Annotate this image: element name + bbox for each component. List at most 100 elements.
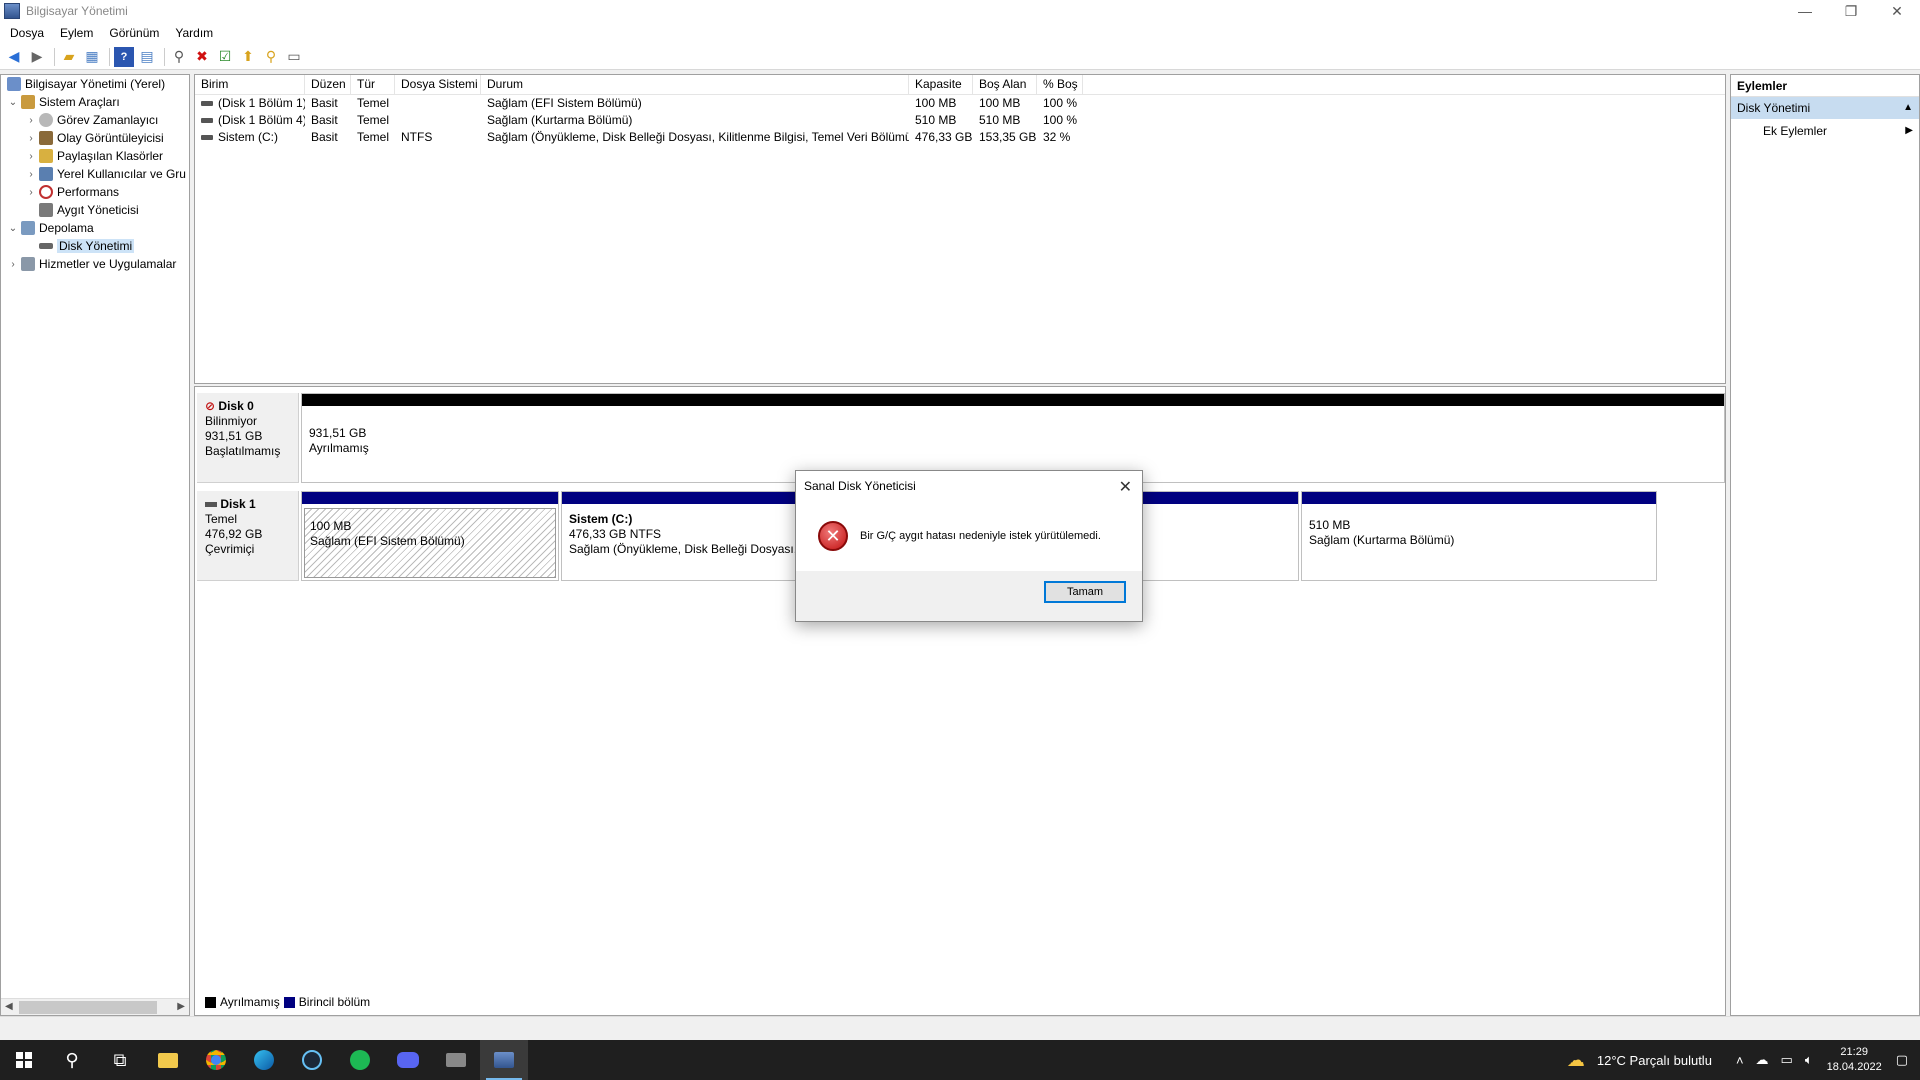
column-header-layout[interactable]: Düzen [305,75,351,95]
chevron-down-icon[interactable]: ⌄ [7,223,19,234]
tree-item-task-scheduler[interactable]: › Görev Zamanlayıcı [1,111,189,129]
recovery-partition[interactable]: 510 MB Sağlam (Kurtarma Bölümü) [1301,491,1657,581]
volume-icon [201,118,213,124]
collapse-up-icon[interactable]: ▲ [1903,97,1913,119]
chevron-up-icon[interactable]: ˄ [1736,1053,1744,1068]
show-hide-tree-icon[interactable]: ▦ [82,47,102,67]
disk-icon [39,243,53,249]
spotify-icon[interactable] [336,1040,384,1080]
view-icon[interactable]: ▤ [137,47,157,67]
chrome-icon[interactable] [192,1040,240,1080]
chevron-right-icon[interactable]: › [25,151,37,162]
window-controls: — ❐ ✕ [1782,0,1920,22]
error-icon: ✕ [818,521,848,551]
clock-icon [39,113,53,127]
column-header-percent-free[interactable]: % Boş [1037,75,1083,95]
weather-icon[interactable]: ☁ [1567,1050,1585,1071]
check-icon[interactable]: ☑ [215,47,235,67]
properties-icon[interactable]: ▭ [284,47,304,67]
tree-horizontal-scrollbar[interactable]: ◀ ▶ [1,998,189,1015]
discord-icon[interactable] [384,1040,432,1080]
disk-1-label[interactable]: Disk 1 Temel 476,92 GB Çevrimiçi [197,491,299,581]
cloud-icon[interactable]: ☁ [1756,1052,1769,1068]
more-actions-item[interactable]: Ek Eylemler ▶ [1731,119,1919,143]
column-header-type[interactable]: Tür [351,75,395,95]
legend-primary-swatch [283,996,295,1008]
actions-section-disk-management[interactable]: Disk Yönetimi ▲ [1731,97,1919,119]
chevron-right-icon[interactable]: › [7,259,19,270]
navigation-tree: Bilgisayar Yönetimi (Yerel) ⌄ Sistem Ara… [0,74,190,1016]
search-icon[interactable]: ⚲ [48,1040,96,1080]
disk-0-label[interactable]: ⊘ Disk 0 Bilinmiyor 931,51 GB Başlatılma… [197,393,299,483]
device-manager-icon [39,203,53,217]
chevron-right-icon[interactable]: › [25,187,37,198]
connect-icon[interactable]: ⚲ [169,47,189,67]
legend-unallocated-label: Ayrılmamış [220,995,280,1009]
primary-bar [1302,492,1656,504]
menu-view[interactable]: Görünüm [103,26,165,40]
up-folder-icon[interactable]: ▰ [59,47,79,67]
window-title: Bilgisayar Yönetimi [26,4,128,18]
chevron-right-icon[interactable]: › [25,115,37,126]
column-header-free-space[interactable]: Boş Alan [973,75,1037,95]
tree-item-shared-folders[interactable]: › Paylaşılan Klasörler [1,147,189,165]
column-header-filesystem[interactable]: Dosya Sistemi [395,75,481,95]
ok-button[interactable]: Tamam [1044,581,1126,603]
table-row[interactable]: (Disk 1 Bölüm 1) Basit Temel Sağlam (EFI… [195,95,1725,112]
tree-item-disk-management[interactable]: Disk Yönetimi [1,237,189,255]
weather-text[interactable]: 12°C Parçalı bulutlu [1597,1053,1712,1068]
network-icon[interactable]: ▭ [1781,1052,1793,1068]
close-button[interactable]: ✕ [1874,0,1920,22]
users-icon [39,167,53,181]
table-row[interactable]: Sistem (C:) Basit Temel NTFS Sağlam (Öny… [195,129,1725,146]
column-header-capacity[interactable]: Kapasite [909,75,973,95]
menu-help[interactable]: Yardım [169,26,219,40]
minimize-button[interactable]: — [1782,0,1828,22]
volume-list: Birim Düzen Tür Dosya Sistemi Durum Kapa… [194,74,1726,384]
restore-button[interactable]: ❐ [1828,0,1874,22]
disk-error-icon: ⊘ [205,399,216,413]
scroll-thumb[interactable] [19,1001,157,1014]
delete-icon[interactable]: ✖ [192,47,212,67]
chevron-right-icon[interactable]: › [25,133,37,144]
notification-icon[interactable]: ▢ [1896,1052,1908,1068]
toolbar-separator [109,47,110,66]
search-icon[interactable]: ⚲ [261,47,281,67]
tree-item-performance[interactable]: › Performans [1,183,189,201]
menu-file[interactable]: Dosya [4,26,50,40]
chevron-down-icon[interactable]: ⌄ [7,97,19,108]
menu-action[interactable]: Eylem [54,26,99,40]
legend-primary-label: Birincil bölüm [298,995,371,1009]
actions-pane: Eylemler Disk Yönetimi ▲ Ek Eylemler ▶ [1730,74,1920,1016]
app-icon[interactable] [432,1040,480,1080]
primary-bar [302,492,558,504]
tree-item-services-apps[interactable]: › Hizmetler ve Uygulamalar [1,255,189,273]
forward-arrow-icon[interactable]: ▶ [27,47,47,67]
volume-icon[interactable]: 🔈︎ [1805,1052,1813,1068]
help-icon[interactable]: ? [114,46,134,67]
column-header-volume[interactable]: Birim [195,75,305,95]
scroll-right-icon[interactable]: ▶ [177,1001,185,1012]
export-icon[interactable]: ⬆ [238,47,258,67]
file-explorer-icon[interactable] [144,1040,192,1080]
scroll-left-icon[interactable]: ◀ [5,1001,13,1012]
tree-item-event-viewer[interactable]: › Olay Görüntüleyicisi [1,129,189,147]
actions-header: Eylemler [1731,75,1919,97]
table-row[interactable]: (Disk 1 Bölüm 4) Basit Temel Sağlam (Kur… [195,112,1725,129]
chevron-right-icon[interactable]: › [25,169,37,180]
back-arrow-icon[interactable]: ◀ [4,47,24,67]
tree-item-device-manager[interactable]: Aygıt Yöneticisi [1,201,189,219]
tree-root[interactable]: Bilgisayar Yönetimi (Yerel) [1,75,189,93]
task-view-icon[interactable]: ⧉ [96,1040,144,1080]
edge-icon[interactable] [240,1040,288,1080]
tree-item-local-users[interactable]: › Yerel Kullanıcılar ve Gru [1,165,189,183]
computer-management-taskbar-icon[interactable] [480,1040,528,1080]
dialog-close-button[interactable]: ✕ [1119,477,1132,497]
tree-item-system-tools[interactable]: ⌄ Sistem Araçları [1,93,189,111]
start-button[interactable] [0,1040,48,1080]
clock[interactable]: 21:29 18.04.2022 [1827,1045,1882,1075]
steam-icon[interactable] [288,1040,336,1080]
tree-item-storage[interactable]: ⌄ Depolama [1,219,189,237]
efi-partition[interactable]: 100 MB Sağlam (EFI Sistem Bölümü) [301,491,559,581]
column-header-status[interactable]: Durum [481,75,909,95]
